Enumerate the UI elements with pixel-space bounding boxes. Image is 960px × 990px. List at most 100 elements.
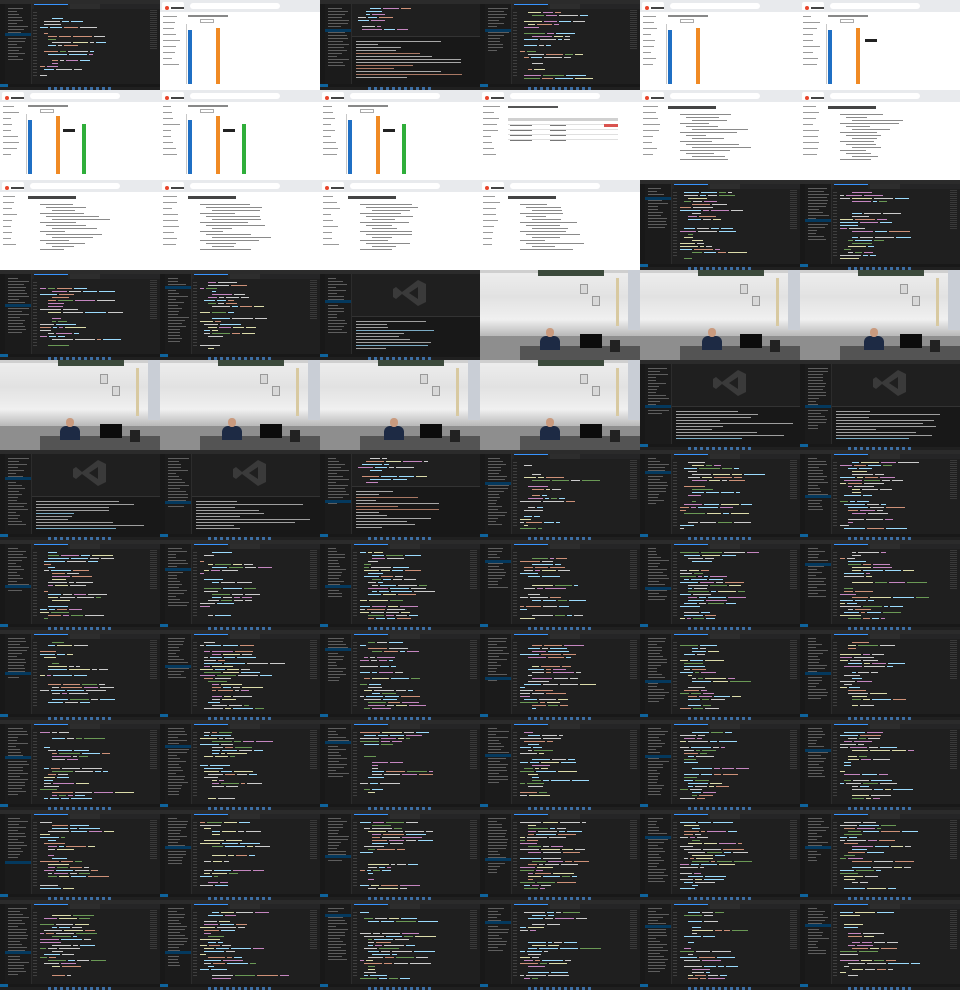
sidebar-link bbox=[3, 196, 15, 197]
code-token bbox=[204, 642, 215, 643]
code-token bbox=[59, 876, 69, 877]
code-token bbox=[844, 732, 865, 733]
code-token bbox=[844, 675, 860, 676]
sidebar-link bbox=[803, 118, 816, 119]
code-token bbox=[572, 876, 577, 877]
explorer-item bbox=[648, 461, 660, 462]
code-token bbox=[204, 873, 210, 874]
explorer-item bbox=[488, 563, 503, 564]
code-token bbox=[708, 597, 726, 598]
line-numbers bbox=[353, 822, 357, 886]
tab-inactive bbox=[870, 724, 900, 729]
code-token bbox=[208, 882, 218, 883]
text-line bbox=[526, 216, 546, 217]
tab-inactive bbox=[70, 634, 100, 639]
code-token bbox=[211, 570, 220, 571]
code-token bbox=[200, 843, 220, 844]
explorer-item bbox=[328, 461, 339, 462]
browser-tab bbox=[802, 92, 824, 100]
file-explorer bbox=[645, 814, 672, 894]
text-line bbox=[846, 117, 867, 118]
code-token bbox=[700, 753, 707, 754]
explorer-item bbox=[808, 476, 827, 477]
explorer-item bbox=[328, 23, 348, 24]
explorer-item bbox=[808, 686, 816, 687]
explorer-item bbox=[648, 494, 659, 495]
code-token bbox=[544, 21, 557, 22]
explorer-item bbox=[328, 551, 337, 552]
explorer-item bbox=[8, 551, 26, 552]
code-token bbox=[863, 831, 879, 832]
explorer-item bbox=[168, 767, 181, 768]
code-token bbox=[212, 684, 219, 685]
code-token bbox=[720, 507, 733, 508]
sidebar-link bbox=[163, 22, 175, 23]
code-token bbox=[212, 597, 221, 598]
explorer-item bbox=[8, 467, 18, 468]
code-token bbox=[86, 690, 106, 691]
explorer-item bbox=[8, 857, 18, 858]
code-token bbox=[684, 690, 699, 691]
code-token bbox=[48, 864, 69, 865]
explorer-item bbox=[168, 677, 186, 678]
code-token bbox=[874, 960, 884, 961]
code-token bbox=[692, 561, 712, 562]
explorer-item bbox=[648, 737, 659, 738]
minimap bbox=[630, 820, 637, 860]
explorer-item bbox=[168, 779, 184, 780]
code-token bbox=[108, 312, 123, 313]
code-token bbox=[406, 945, 415, 946]
explorer-item bbox=[808, 839, 817, 840]
code-token bbox=[687, 618, 691, 619]
minimap bbox=[470, 910, 477, 950]
tab-inactive bbox=[70, 814, 100, 819]
code-token bbox=[254, 750, 263, 751]
desk bbox=[520, 436, 640, 450]
text-line bbox=[846, 135, 881, 136]
explorer-item bbox=[648, 875, 668, 876]
code-token bbox=[53, 675, 72, 676]
code-token bbox=[403, 461, 422, 462]
explorer-item bbox=[328, 503, 337, 504]
editor-tabs bbox=[512, 724, 640, 729]
code-token bbox=[228, 300, 234, 301]
code-token bbox=[212, 291, 216, 292]
code-token bbox=[419, 774, 433, 775]
code-token bbox=[408, 690, 413, 691]
wall-notice bbox=[112, 386, 120, 396]
explorer-item bbox=[648, 215, 661, 216]
site-favicon-icon bbox=[805, 6, 809, 10]
sidebar-link bbox=[483, 154, 496, 155]
code-token bbox=[844, 765, 851, 766]
explorer-item bbox=[8, 821, 28, 822]
code-token bbox=[916, 597, 929, 598]
code-token bbox=[212, 741, 232, 742]
sidebar-link bbox=[643, 34, 651, 35]
file-explorer bbox=[485, 724, 512, 804]
code-token bbox=[48, 288, 55, 289]
code-token bbox=[528, 12, 541, 13]
editor-tabs bbox=[32, 544, 160, 549]
code-token bbox=[56, 924, 73, 925]
code-token bbox=[58, 321, 67, 322]
code-token bbox=[67, 738, 74, 739]
code-token bbox=[854, 486, 874, 487]
explorer-item bbox=[328, 50, 347, 51]
address-bar bbox=[670, 93, 760, 99]
code-token bbox=[73, 945, 78, 946]
code-token bbox=[688, 696, 697, 697]
code-token bbox=[527, 840, 538, 841]
code-token bbox=[863, 564, 871, 565]
code-token bbox=[844, 888, 865, 889]
minimap bbox=[950, 460, 957, 500]
explorer-item bbox=[8, 737, 18, 738]
explorer-item bbox=[808, 188, 827, 189]
explorer-item bbox=[8, 920, 22, 921]
explorer-selected-item bbox=[5, 672, 31, 675]
code-token bbox=[684, 948, 691, 949]
code-token bbox=[706, 465, 712, 466]
sidebar-link bbox=[323, 226, 338, 227]
code-token bbox=[79, 756, 88, 757]
code-token bbox=[388, 702, 400, 703]
code-token bbox=[699, 216, 716, 217]
